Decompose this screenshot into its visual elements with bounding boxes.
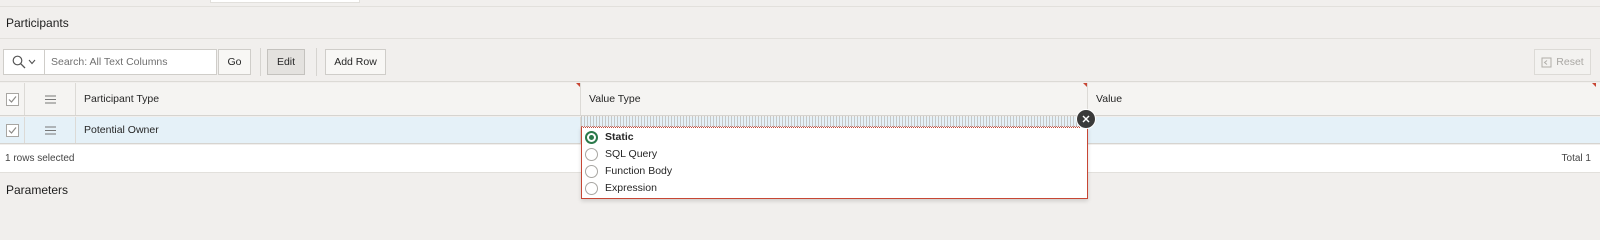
radio-label: Expression bbox=[605, 182, 657, 194]
column-header-label: Value bbox=[1096, 93, 1123, 105]
column-header-label: Value Type bbox=[589, 93, 641, 105]
toolbar-divider bbox=[316, 48, 317, 76]
column-header-label: Participant Type bbox=[84, 93, 160, 105]
column-header-participant-type[interactable]: Participant Type bbox=[76, 83, 580, 115]
select-all-checkbox[interactable] bbox=[5, 92, 19, 106]
reset-label: Reset bbox=[1556, 56, 1584, 68]
close-icon bbox=[1082, 115, 1090, 123]
row-actions-menu[interactable] bbox=[25, 117, 75, 143]
checkmark-icon bbox=[8, 95, 16, 103]
required-marker bbox=[1592, 83, 1596, 87]
radio-option-sql-query[interactable]: SQL Query bbox=[585, 146, 657, 162]
cell-value[interactable] bbox=[1088, 117, 1596, 143]
tab-stub bbox=[210, 0, 360, 3]
search-input[interactable] bbox=[45, 50, 216, 74]
row-select-cell[interactable] bbox=[0, 117, 24, 143]
hamburger-icon bbox=[44, 95, 56, 103]
edit-button[interactable]: Edit bbox=[267, 49, 305, 75]
value-type-radio-group: Static SQL Query Function Body Expressio… bbox=[581, 127, 1088, 199]
chevron-down-icon bbox=[28, 59, 36, 65]
radio-button[interactable] bbox=[585, 130, 598, 144]
search-icon bbox=[12, 55, 26, 69]
radio-label: Static bbox=[605, 131, 634, 143]
add-row-button[interactable]: Add Row bbox=[325, 49, 386, 75]
value-type-editor-cell[interactable] bbox=[581, 116, 1085, 127]
radio-option-expression[interactable]: Expression bbox=[585, 180, 657, 196]
selection-status: 1 rows selected bbox=[5, 153, 75, 164]
hamburger-icon bbox=[44, 126, 56, 134]
grid-header: Participant Type Value Type Value bbox=[0, 83, 1600, 116]
grid-toolbar: Go Edit Add Row Reset bbox=[0, 40, 1600, 82]
reset-button[interactable]: Reset bbox=[1534, 49, 1591, 75]
column-header-value-type[interactable]: Value Type bbox=[581, 83, 1087, 115]
radio-button[interactable] bbox=[585, 164, 598, 178]
top-edge bbox=[0, 0, 1600, 7]
total-count: Total 1 bbox=[1561, 153, 1591, 164]
go-button[interactable]: Go bbox=[218, 49, 251, 75]
radio-button[interactable] bbox=[585, 181, 598, 195]
search-column-menu-button[interactable] bbox=[4, 50, 45, 74]
column-header-value[interactable]: Value bbox=[1088, 83, 1596, 115]
radio-button[interactable] bbox=[585, 147, 598, 161]
radio-option-static[interactable]: Static bbox=[585, 129, 634, 145]
toolbar-divider bbox=[260, 48, 261, 76]
checkmark-icon bbox=[8, 126, 16, 134]
cell-text: Potential Owner bbox=[84, 124, 159, 136]
row-checkbox[interactable] bbox=[5, 123, 19, 137]
radio-label: Function Body bbox=[605, 165, 673, 177]
search-group bbox=[3, 49, 217, 75]
radio-option-function-body[interactable]: Function Body bbox=[585, 163, 672, 179]
participants-region-title: Participants bbox=[0, 7, 1600, 39]
select-all-cell[interactable] bbox=[0, 83, 24, 115]
close-popup-button[interactable] bbox=[1076, 109, 1096, 129]
row-actions-header[interactable] bbox=[25, 83, 75, 115]
cell-participant-type[interactable]: Potential Owner bbox=[76, 117, 580, 143]
reset-icon bbox=[1541, 57, 1552, 67]
radio-label: SQL Query bbox=[605, 148, 658, 160]
